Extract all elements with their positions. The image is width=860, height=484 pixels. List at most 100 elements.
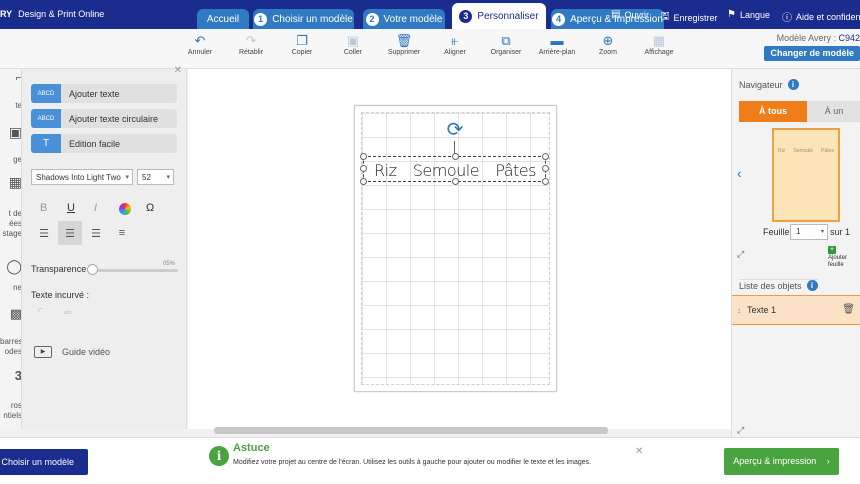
display-button[interactable]: ▦ Affichage (631, 33, 687, 56)
undo-button[interactable]: ↶ Annuler (172, 33, 228, 56)
redo-button[interactable]: ↷ Rétablir (223, 33, 279, 56)
sheet-value: 1 (796, 227, 801, 236)
resize-handle[interactable] (360, 178, 367, 185)
tab-one[interactable]: À un (807, 101, 860, 122)
tool-label: Copier (291, 49, 313, 56)
tab-all[interactable]: À tous (739, 101, 807, 122)
resize-handle[interactable] (542, 165, 549, 172)
info-icon[interactable]: i (806, 280, 818, 291)
table-tool-icon[interactable]: ▦ (0, 175, 21, 189)
copy-button[interactable]: ❐ Copier (274, 33, 330, 56)
color-wheel-icon[interactable] (119, 203, 131, 215)
curve-circle-icon[interactable]: ◜ (38, 305, 42, 318)
resize-handle[interactable] (452, 178, 459, 185)
change-model-button[interactable]: Changer de modèle (764, 46, 860, 61)
qr-code-icon[interactable]: ▩ (0, 307, 21, 320)
brand: RY Design & Print Online (0, 9, 104, 19)
underline-button[interactable]: U (67, 202, 75, 214)
bold-button[interactable]: B (40, 202, 47, 214)
resize-handle[interactable] (360, 153, 367, 160)
text-tool-icon[interactable]: ⌐ (0, 73, 21, 84)
tab-accueil[interactable]: Accueil (197, 9, 249, 29)
tab-label: Accueil (206, 13, 240, 25)
design-canvas[interactable]: ⟳ Riz Semoule Pâtes (188, 69, 731, 434)
text-box[interactable]: Riz Semoule Pâtes (360, 153, 549, 185)
easy-edit-button[interactable]: T Edition facile (31, 134, 177, 153)
delete-button[interactable]: 🗑 Supprimer (376, 33, 432, 56)
thumbnail-text: Riz Semoule Pâtes (774, 148, 838, 154)
image-tool-icon[interactable]: ▣ (0, 125, 21, 139)
close-icon[interactable]: ✕ (635, 446, 643, 457)
chevron-down-icon: ▾ (166, 174, 170, 181)
zoom-button[interactable]: ⊕ Zoom (580, 33, 636, 56)
rotate-handle-icon[interactable]: ⟳ (444, 120, 466, 142)
tool-label: Aligner (444, 49, 466, 56)
tab-personnaliser[interactable]: 3 Personnaliser (452, 3, 546, 29)
video-guide-link[interactable]: ▶ Guide vidéo (34, 346, 110, 358)
open-button[interactable]: ▤ Ouvrir (611, 9, 649, 20)
special-chars-button[interactable]: Ω (146, 202, 154, 214)
curve-arc-icon[interactable]: ᵃᵇᶜ (64, 309, 73, 318)
rail-label: ge (13, 155, 22, 164)
language-button[interactable]: ⚑ Langue (727, 9, 770, 20)
thumb-word: Semoule (793, 148, 814, 154)
transparency-slider-handle[interactable] (87, 264, 98, 275)
align-left-icon: ☰ (39, 227, 49, 240)
shape-tool-icon[interactable]: ◯ (0, 259, 21, 273)
expand-icon[interactable]: ⤢ (737, 249, 744, 260)
sheet-thumbnail[interactable]: Riz Semoule Pâtes (772, 128, 840, 222)
align-right-icon: ☰ (91, 227, 101, 240)
arrange-button[interactable]: ⧉ Organiser (478, 33, 534, 56)
add-curved-text-button[interactable]: ABCD Ajouter texte circulaire (31, 109, 177, 128)
drag-handle-icon[interactable]: ↕ (737, 306, 741, 315)
font-family-select[interactable]: Shadows Into Light Two ▾ (31, 169, 133, 185)
tab-votre-modele[interactable]: 2 Votre modèle (363, 9, 445, 29)
align-center-button[interactable]: ☰ (58, 221, 82, 245)
object-list-item[interactable]: ↕ Texte 1 🗑 (732, 295, 860, 325)
bottom-bar: Choisir un modèle i Astuce Modifiez votr… (0, 437, 860, 484)
label-sheet[interactable]: ⟳ Riz Semoule Pâtes (354, 105, 557, 392)
choose-model-button[interactable]: Choisir un modèle (0, 449, 88, 475)
close-icon[interactable]: ✕ (174, 65, 182, 76)
expand-icon[interactable]: ⤢ (737, 425, 744, 436)
add-sheet-button[interactable]: +Ajouter feuille (828, 246, 860, 269)
text-word: Pâtes (495, 160, 536, 180)
numbering-icon[interactable]: 3 (0, 369, 21, 382)
step-number: 4 (552, 12, 566, 26)
trash-icon[interactable]: 🗑 (842, 304, 855, 315)
align-button[interactable]: ⫦ Aligner (427, 33, 483, 56)
background-button[interactable]: ▬ Arrière-plan (529, 33, 585, 56)
info-icon[interactable]: i (787, 79, 799, 90)
transparency-label: Transparence (31, 264, 87, 274)
align-left-button[interactable]: ☰ (32, 221, 56, 245)
plus-icon: + (828, 246, 836, 254)
paste-button[interactable]: ▣ Coller (325, 33, 381, 56)
resize-handle[interactable] (542, 153, 549, 160)
horizontal-scrollbar[interactable] (214, 427, 608, 434)
resize-handle[interactable] (360, 165, 367, 172)
navigator-header: Navigateur i (739, 79, 799, 90)
resize-handle[interactable] (452, 153, 459, 160)
tool-label: Annuler (187, 49, 213, 56)
text-box-icon: ABCD (31, 84, 61, 103)
preview-print-button[interactable]: Aperçu & impression › (724, 448, 839, 475)
transparency-slider[interactable] (88, 269, 178, 272)
sheet-select[interactable]: 1 ▾ (790, 224, 828, 240)
align-right-button[interactable]: ☰ (84, 221, 108, 245)
italic-button[interactable]: I (94, 202, 97, 214)
step-number: 1 (254, 12, 268, 26)
sheet-total: sur 1 (830, 227, 851, 237)
save-button[interactable]: 🖫 Enregistrer (661, 9, 718, 26)
toolbar: ↶ Annuler ↷ Rétablir ❐ Copier ▣ Coller 🗑 Supp… (0, 29, 860, 69)
help-button[interactable]: ⓘ Aide et confidenti (782, 9, 860, 25)
chevron-left-icon[interactable]: ‹ (737, 165, 742, 181)
tool-label: Zoom (599, 49, 617, 56)
tab-choisir-modele[interactable]: 1 Choisir un modèle (253, 9, 354, 29)
object-name: Texte 1 (747, 305, 777, 315)
resize-handle[interactable] (542, 178, 549, 185)
vertical-align-button[interactable]: ≡ (110, 221, 134, 245)
add-text-button[interactable]: ABCD Ajouter texte (31, 84, 177, 103)
flag-icon: ⚑ (727, 9, 736, 20)
font-size-select[interactable]: 52 ▾ (137, 169, 174, 185)
text-word: Semoule (412, 160, 480, 180)
